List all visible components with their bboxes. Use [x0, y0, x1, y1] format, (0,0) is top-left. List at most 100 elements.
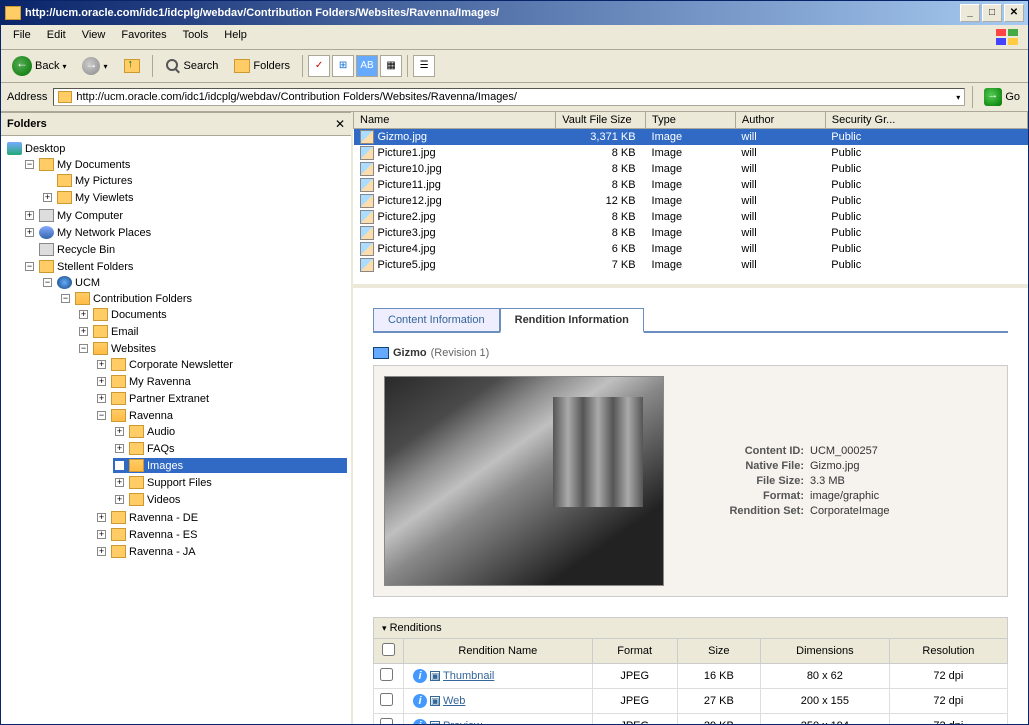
- tree-partner[interactable]: +Partner Extranet: [95, 391, 347, 406]
- rend-col[interactable]: [374, 639, 404, 664]
- rend-col[interactable]: Rendition Name: [404, 639, 593, 664]
- expand-icon[interactable]: +: [43, 193, 52, 202]
- expand-icon[interactable]: −: [97, 411, 106, 420]
- rendition-link[interactable]: Preview: [443, 720, 482, 724]
- download-icon[interactable]: ▣: [430, 721, 440, 724]
- menu-view[interactable]: View: [74, 27, 114, 47]
- tree-ucm[interactable]: −UCM: [41, 275, 347, 290]
- file-row[interactable]: Picture4.jpg6 KBImagewillPublic: [354, 241, 1028, 257]
- menu-edit[interactable]: Edit: [39, 27, 74, 47]
- view-btn-1[interactable]: ✓: [308, 55, 330, 77]
- rendition-link[interactable]: Thumbnail: [443, 670, 494, 682]
- expand-icon[interactable]: +: [25, 211, 34, 220]
- rendition-link[interactable]: Web: [443, 695, 465, 707]
- expand-icon[interactable]: +: [97, 360, 106, 369]
- col-header[interactable]: Type: [646, 112, 736, 129]
- tree-myravenna[interactable]: +My Ravenna: [95, 374, 347, 389]
- expand-icon[interactable]: +: [97, 547, 106, 556]
- expand-icon[interactable]: −: [43, 278, 52, 287]
- view-btn-5[interactable]: ☰: [413, 55, 435, 77]
- rend-col[interactable]: Resolution: [889, 639, 1007, 664]
- tree-mypics[interactable]: My Pictures: [41, 173, 347, 188]
- tree-documents[interactable]: +Documents: [77, 307, 347, 322]
- file-row[interactable]: Picture3.jpg8 KBImagewillPublic: [354, 225, 1028, 241]
- address-field[interactable]: http://ucm.oracle.com/idc1/idcplg/webdav…: [53, 88, 965, 106]
- tree-desktop[interactable]: Desktop: [5, 141, 347, 156]
- tab-rendition-info[interactable]: Rendition Information: [500, 308, 644, 333]
- expand-icon[interactable]: +: [97, 530, 106, 539]
- tree-mynetwork[interactable]: +My Network Places: [23, 225, 347, 240]
- expand-icon[interactable]: −: [61, 294, 70, 303]
- info-icon[interactable]: i: [413, 719, 427, 724]
- view-btn-2[interactable]: ⊞: [332, 55, 354, 77]
- info-icon[interactable]: i: [413, 694, 427, 708]
- menu-tools[interactable]: Tools: [175, 27, 217, 47]
- tree-recycle[interactable]: Recycle Bin: [23, 242, 347, 257]
- rendition-checkbox[interactable]: [380, 718, 393, 724]
- forward-button[interactable]: ▾: [75, 54, 114, 78]
- folders-button[interactable]: Folders: [227, 56, 297, 76]
- view-btn-4[interactable]: ▦: [380, 55, 402, 77]
- file-row[interactable]: Picture11.jpg8 KBImagewillPublic: [354, 177, 1028, 193]
- menu-help[interactable]: Help: [216, 27, 255, 47]
- tree-videos[interactable]: +Videos: [113, 492, 347, 507]
- minimize-button[interactable]: _: [960, 4, 980, 22]
- file-row[interactable]: Picture5.jpg7 KBImagewillPublic: [354, 257, 1028, 273]
- up-button[interactable]: [117, 56, 147, 76]
- tab-content-info[interactable]: Content Information: [373, 308, 500, 331]
- file-row[interactable]: Picture2.jpg8 KBImagewillPublic: [354, 209, 1028, 225]
- tree-ravenna-de[interactable]: +Ravenna - DE: [95, 510, 347, 525]
- expand-icon[interactable]: +: [97, 513, 106, 522]
- col-header[interactable]: Security Gr...: [825, 112, 1027, 129]
- tree-contribution[interactable]: −Contribution Folders: [59, 291, 347, 306]
- tree-images[interactable]: Images: [113, 458, 347, 473]
- col-header[interactable]: Vault File Size: [556, 112, 646, 129]
- expand-icon[interactable]: +: [115, 444, 124, 453]
- tree-websites[interactable]: −Websites: [77, 341, 347, 356]
- expand-icon[interactable]: +: [79, 327, 88, 336]
- file-row[interactable]: Gizmo.jpg3,371 KBImagewillPublic: [354, 129, 1028, 146]
- expand-icon[interactable]: −: [79, 344, 88, 353]
- expand-icon[interactable]: +: [79, 310, 88, 319]
- tree-email[interactable]: +Email: [77, 324, 347, 339]
- rend-col[interactable]: Dimensions: [760, 639, 889, 664]
- rend-col[interactable]: Format: [592, 639, 677, 664]
- file-row[interactable]: Picture1.jpg8 KBImagewillPublic: [354, 145, 1028, 161]
- tree-support[interactable]: +Support Files: [113, 475, 347, 490]
- rend-col[interactable]: Size: [677, 639, 760, 664]
- view-btn-3[interactable]: AB: [356, 55, 378, 77]
- close-folders-pane[interactable]: ✕: [335, 117, 345, 131]
- file-row[interactable]: Picture12.jpg12 KBImagewillPublic: [354, 193, 1028, 209]
- expand-icon[interactable]: +: [97, 377, 106, 386]
- expand-icon[interactable]: −: [25, 160, 34, 169]
- tree-ravenna-ja[interactable]: +Ravenna - JA: [95, 544, 347, 559]
- tree-corpnews[interactable]: +Corporate Newsletter: [95, 357, 347, 372]
- tree-mydocs[interactable]: −My Documents: [23, 157, 347, 172]
- file-row[interactable]: Picture10.jpg8 KBImagewillPublic: [354, 161, 1028, 177]
- maximize-button[interactable]: □: [982, 4, 1002, 22]
- tree-faqs[interactable]: +FAQs: [113, 441, 347, 456]
- tree-myviewlets[interactable]: +My Viewlets: [41, 190, 347, 205]
- tree-mycomputer[interactable]: +My Computer: [23, 208, 347, 223]
- menu-favorites[interactable]: Favorites: [113, 27, 174, 47]
- expand-icon[interactable]: +: [25, 228, 34, 237]
- col-header[interactable]: Author: [735, 112, 825, 129]
- search-button[interactable]: Search: [158, 55, 226, 77]
- rendition-checkbox[interactable]: [380, 693, 393, 706]
- renditions-header[interactable]: ▾ Renditions: [373, 617, 1008, 638]
- expand-icon[interactable]: +: [115, 495, 124, 504]
- go-button[interactable]: Go: [980, 86, 1024, 108]
- col-header[interactable]: Name: [354, 112, 556, 129]
- tree-ravenna[interactable]: −Ravenna: [95, 408, 347, 423]
- close-button[interactable]: ✕: [1004, 4, 1024, 22]
- tree-stellent[interactable]: −Stellent Folders: [23, 259, 347, 274]
- download-icon[interactable]: ▣: [430, 696, 440, 706]
- tree-ravenna-es[interactable]: +Ravenna - ES: [95, 527, 347, 542]
- download-icon[interactable]: ▣: [430, 671, 440, 681]
- expand-icon[interactable]: +: [97, 394, 106, 403]
- address-dropdown[interactable]: ▾: [956, 93, 960, 102]
- back-button[interactable]: Back▾: [5, 53, 73, 79]
- select-all-checkbox[interactable]: [382, 643, 395, 656]
- tree-audio[interactable]: +Audio: [113, 424, 347, 439]
- info-icon[interactable]: i: [413, 669, 427, 683]
